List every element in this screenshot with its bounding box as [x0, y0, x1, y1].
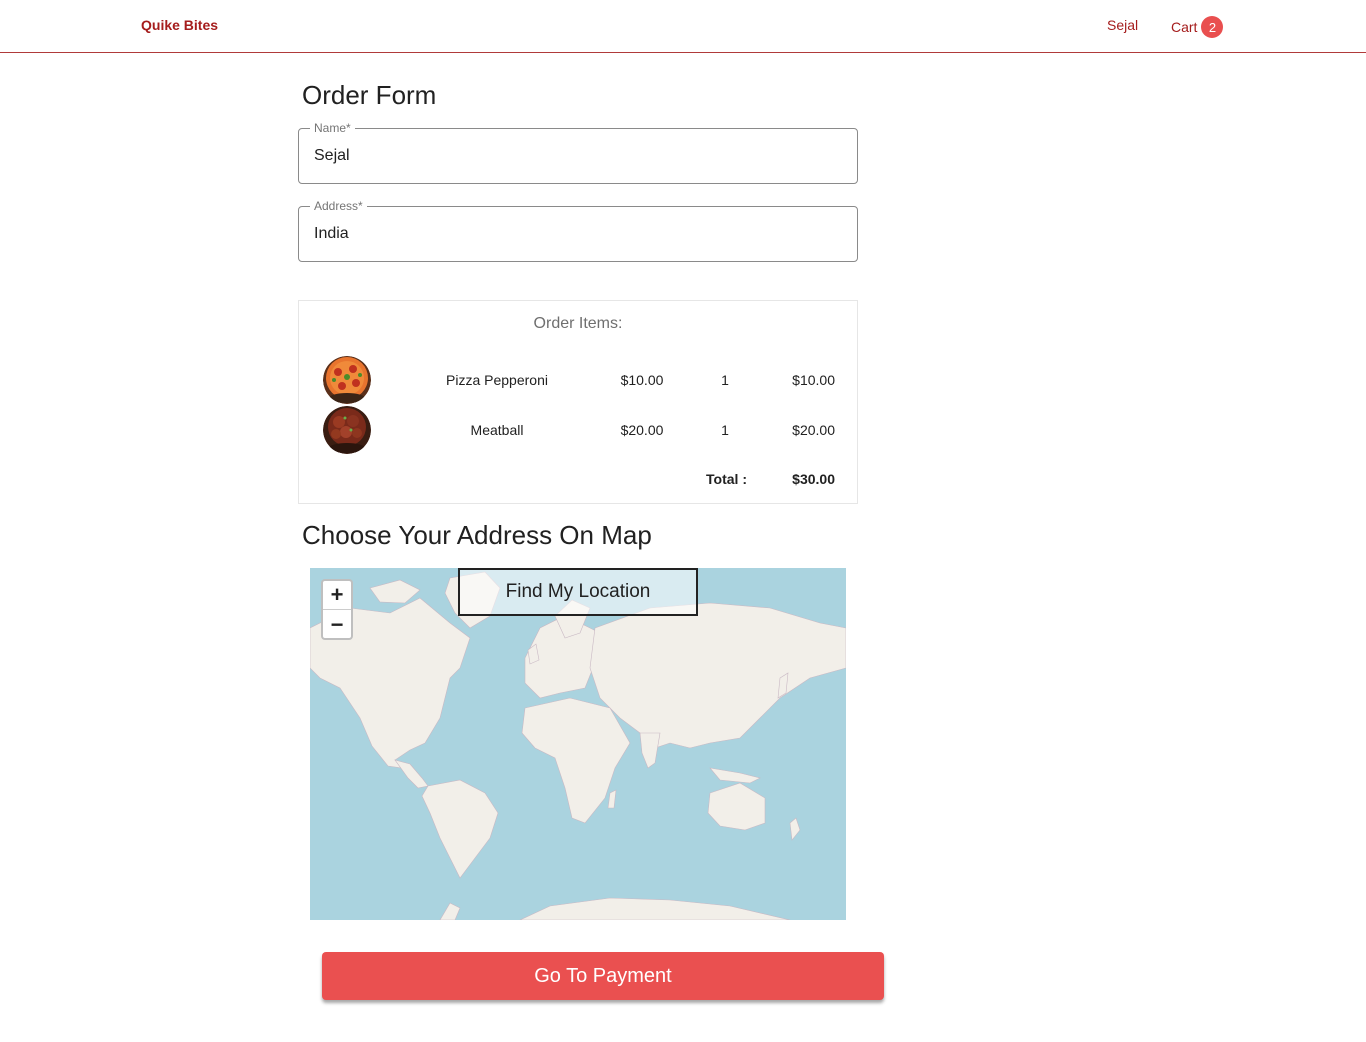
address-field[interactable]: Address* India	[298, 199, 858, 262]
zoom-in-button[interactable]: +	[323, 581, 351, 610]
total-value: $30.00	[792, 471, 835, 487]
total-label: Total :	[706, 471, 747, 487]
name-field-value[interactable]: Sejal	[314, 147, 350, 165]
item-quantity: 1	[721, 422, 729, 438]
map-zoom-control: + −	[321, 579, 353, 640]
pizza-image	[323, 356, 371, 404]
meatball-image	[323, 406, 371, 454]
find-my-location-button[interactable]: Find My Location	[458, 568, 698, 616]
order-items-card: Order Items: Pizza Pepperoni $10.00 1 $1…	[298, 300, 858, 504]
world-map-tiles	[310, 568, 846, 920]
top-navbar: Quike Bites Sejal Cart 2	[0, 0, 1366, 53]
order-item-row: Pizza Pepperoni $10.00 1 $10.00	[299, 356, 857, 406]
item-subtotal: $20.00	[792, 422, 835, 438]
address-field-label: Address*	[310, 199, 367, 213]
order-items-heading: Order Items:	[533, 315, 623, 332]
cart-count-badge: 2	[1201, 16, 1224, 38]
go-to-payment-button[interactable]: Go To Payment	[322, 952, 884, 1000]
address-map[interactable]: + − Find My Location	[310, 568, 846, 920]
address-field-value[interactable]: India	[314, 225, 349, 243]
zoom-out-button[interactable]: −	[323, 610, 351, 639]
brand-logo[interactable]: Quike Bites	[141, 17, 218, 33]
item-quantity: 1	[721, 372, 729, 388]
page-title: Order Form	[302, 80, 437, 110]
order-item-row: Meatball $20.00 1 $20.00	[299, 406, 857, 456]
item-name: Meatball	[470, 422, 524, 438]
item-price: $10.00	[620, 372, 664, 388]
item-subtotal: $10.00	[792, 372, 835, 388]
user-menu-link[interactable]: Sejal	[1107, 17, 1138, 33]
name-field[interactable]: Name* Sejal	[298, 121, 858, 184]
item-price: $20.00	[620, 422, 664, 438]
map-section-title: Choose Your Address On Map	[302, 520, 652, 550]
cart-label: Cart	[1171, 19, 1198, 35]
cart-link[interactable]: Cart 2	[1171, 16, 1224, 38]
name-field-label: Name*	[310, 121, 355, 135]
item-name: Pizza Pepperoni	[446, 372, 548, 388]
